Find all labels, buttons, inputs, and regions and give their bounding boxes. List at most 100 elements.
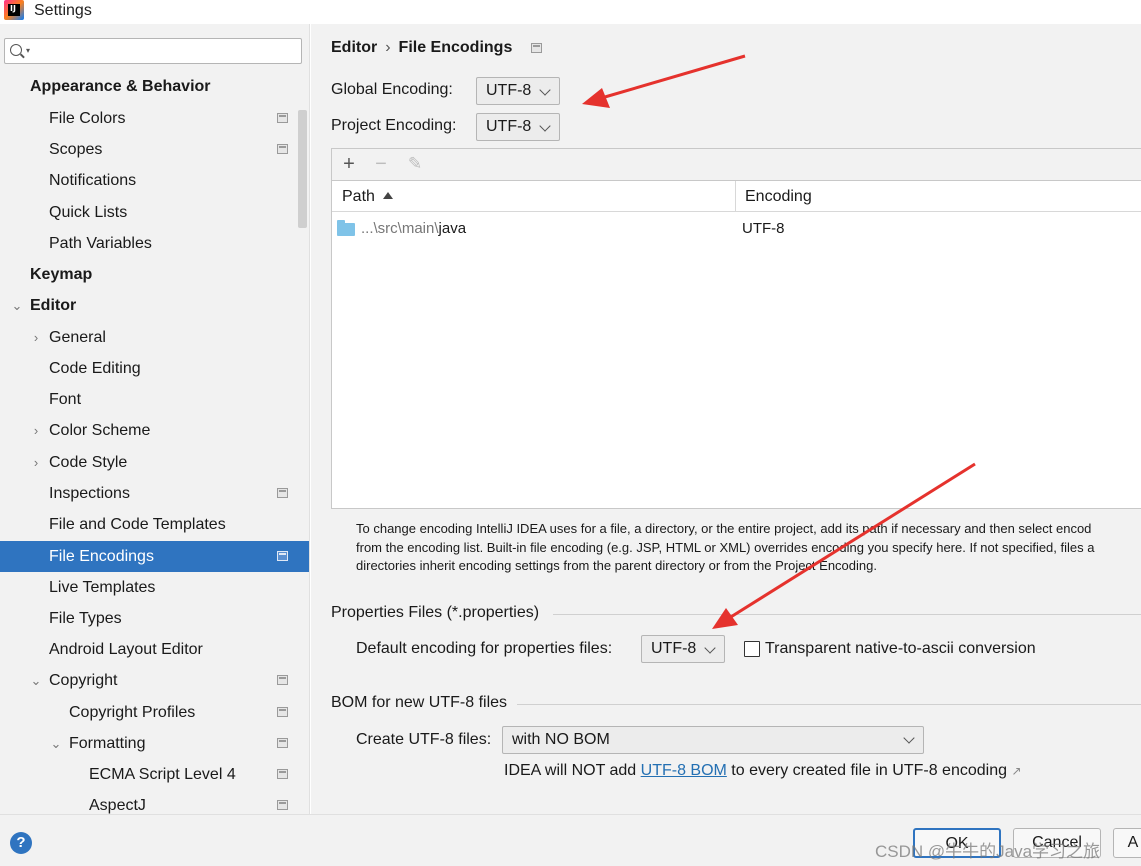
path-encoding-table: + − ✎ Path Encoding ...\src\main\java UT… [331,148,1141,509]
table-row[interactable]: ...\src\main\java UTF-8 [332,213,1141,245]
folder-icon [337,220,355,236]
section-divider [517,704,1141,705]
table-toolbar: + − ✎ [332,149,1141,181]
sidebar-item-label: File Types [49,610,122,627]
chevron-right-icon[interactable]: › [30,415,42,446]
breadcrumb-separator: › [385,39,391,56]
sidebar-item-label: Font [49,391,82,408]
sidebar-item-label: File and Code Templates [49,516,226,533]
window-title: Settings [34,2,92,19]
search-options-caret-icon[interactable]: ▾ [26,46,30,55]
project-level-icon [277,144,288,154]
sidebar-item-notifications[interactable]: Notifications [0,165,309,196]
sidebar-item-keymap[interactable]: Keymap [0,259,309,290]
properties-section-title: Properties Files (*.properties) [331,604,540,621]
sidebar-item-quick-lists[interactable]: Quick Lists [0,197,309,228]
sidebar-item-copyright[interactable]: ⌄ Copyright [0,665,309,696]
utf8-bom-link[interactable]: UTF-8 BOM [641,762,727,779]
encoding-cell[interactable]: UTF-8 [742,213,785,245]
sidebar-item-scopes[interactable]: Scopes [0,134,309,165]
sidebar-item-copyright-profiles[interactable]: Copyright Profiles [0,697,309,728]
default-properties-encoding-select[interactable]: UTF-8 [641,635,725,663]
sidebar-item-label: Path Variables [49,235,152,252]
breadcrumb-parent[interactable]: Editor [331,39,377,56]
transparent-native-to-ascii-checkbox[interactable] [744,641,760,657]
sidebar-item-label: Android Layout Editor [49,641,203,658]
add-path-button[interactable]: + [338,153,360,175]
sidebar-item-inspections[interactable]: Inspections [0,478,309,509]
sidebar-item-label: Scopes [49,141,103,158]
project-level-icon [277,488,288,498]
settings-search-input[interactable]: ▾ [4,38,302,64]
chevron-down-icon [539,120,551,132]
bom-section-title: BOM for new UTF-8 files [331,694,508,711]
project-level-icon [277,800,288,810]
chevron-down-icon[interactable]: ⌄ [11,290,23,321]
sidebar-item-file-and-code-templates[interactable]: File and Code Templates [0,509,309,540]
remove-path-button[interactable]: − [370,153,392,175]
sidebar-scrollbar[interactable] [298,110,307,228]
project-level-icon [277,551,288,561]
sidebar-item-appearance-behavior[interactable]: Appearance & Behavior [0,71,309,102]
sidebar-item-label: Copyright Profiles [69,704,196,721]
global-encoding-select[interactable]: UTF-8 [476,77,560,105]
sidebar-item-code-style[interactable]: › Code Style [0,447,309,478]
help-button[interactable]: ? [10,832,32,854]
sidebar-item-label: Inspections [49,485,130,502]
project-level-icon [277,738,288,748]
chevron-down-icon[interactable]: ⌄ [50,728,62,759]
sidebar-item-label: Quick Lists [49,204,128,221]
sidebar-item-path-variables[interactable]: Path Variables [0,228,309,259]
sidebar-item-font[interactable]: Font [0,384,309,415]
sidebar-item-code-editing[interactable]: Code Editing [0,353,309,384]
path-column-header[interactable]: Path [342,181,393,212]
breadcrumb-current: File Encodings [398,39,513,56]
default-properties-encoding-label: Default encoding for properties files: [356,640,613,657]
sidebar-item-ecma-script-level-4[interactable]: ECMA Script Level 4 [0,759,309,790]
settings-sidebar: ▾ Appearance & Behavior File Colors Scop… [0,24,310,814]
column-divider[interactable] [735,181,736,212]
table-header: Path Encoding [332,181,1141,212]
sidebar-item-editor[interactable]: ⌄ Editor [0,290,309,321]
sidebar-item-android-layout-editor[interactable]: Android Layout Editor [0,634,309,665]
sidebar-item-label: Editor [30,297,77,314]
search-icon [10,44,22,56]
project-encoding-select[interactable]: UTF-8 [476,113,560,141]
encoding-column-header[interactable]: Encoding [745,181,812,212]
sort-ascending-icon [382,192,393,199]
global-encoding-value: UTF-8 [486,82,532,99]
project-level-icon [277,707,288,717]
chevron-right-icon[interactable]: › [30,322,42,353]
default-properties-encoding-value: UTF-8 [651,640,697,657]
sidebar-item-label: Color Scheme [49,422,151,439]
csdn-watermark: CSDN @牛牛的Java学习之旅 [875,842,1101,861]
intellij-app-icon: IJ [4,0,24,20]
edit-path-button[interactable]: ✎ [404,153,426,175]
sidebar-item-label: Live Templates [49,579,156,596]
sidebar-item-file-encodings[interactable]: File Encodings [0,541,309,572]
sidebar-item-file-colors[interactable]: File Colors [0,103,309,134]
sidebar-item-aspectj[interactable]: AspectJ [0,790,309,814]
sidebar-item-label: ECMA Script Level 4 [89,766,236,783]
sidebar-item-label: Notifications [49,172,137,189]
create-utf8-files-select[interactable]: with NO BOM [502,726,924,754]
project-level-icon [531,43,542,53]
sidebar-item-label: File Encodings [49,548,154,565]
create-utf8-files-value: with NO BOM [512,731,610,748]
file-encodings-panel: Editor › File Encodings Global Encoding: U… [311,24,1141,814]
sidebar-item-label: AspectJ [89,797,146,814]
sidebar-item-formatting[interactable]: ⌄ Formatting [0,728,309,759]
sidebar-item-label: Code Style [49,454,128,471]
sidebar-item-color-scheme[interactable]: › Color Scheme [0,415,309,446]
chevron-right-icon[interactable]: › [30,447,42,478]
sidebar-item-live-templates[interactable]: Live Templates [0,572,309,603]
transparent-native-to-ascii-label[interactable]: Transparent native-to-ascii conversion [765,640,1036,658]
chevron-down-icon[interactable]: ⌄ [30,665,42,696]
apply-button[interactable]: A [1113,828,1141,858]
chevron-down-icon [704,642,716,654]
project-encoding-label: Project Encoding: [331,117,457,134]
sidebar-item-general[interactable]: › General [0,322,309,353]
sidebar-item-label: Copyright [49,672,118,689]
sidebar-item-label: Code Editing [49,360,141,377]
sidebar-item-file-types[interactable]: File Types [0,603,309,634]
